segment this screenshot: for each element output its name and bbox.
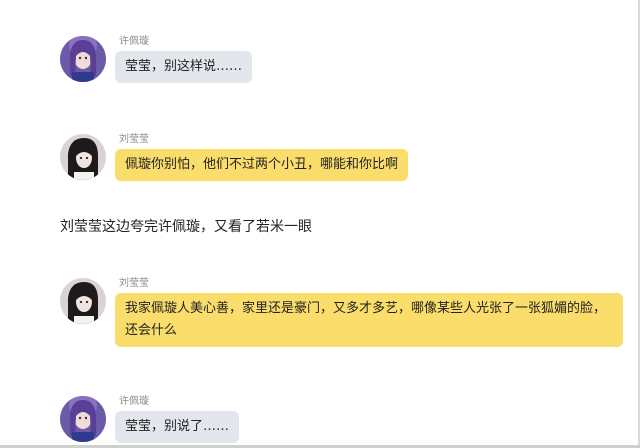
sender-name: 刘莹莹 <box>119 134 149 145</box>
message-bubble: 莹莹，别说了…… <box>115 411 240 443</box>
girl-purple-hair-avatar-icon[interactable] <box>60 36 106 82</box>
message-bubble: 我家佩璇人美心善，家里还是豪门，又多才多艺，哪像某些人光张了一张狐媚的脸，还会什… <box>115 293 623 347</box>
message-bubble: 莹莹，别这样说…… <box>115 51 253 83</box>
narration-text: 刘莹莹这边夸完许佩璇，又看了若米一眼 <box>60 219 312 235</box>
message-bubble: 佩璇你别怕，他们不过两个小丑，哪能和你比啊 <box>115 149 409 181</box>
sender-name: 许佩璇 <box>119 36 149 47</box>
girl-dark-hair-avatar-icon[interactable] <box>60 278 106 324</box>
girl-dark-hair-avatar-icon[interactable] <box>60 134 106 180</box>
chat-page: 许佩璇 莹莹，别这样说…… 刘莹莹 佩璇你别怕，他们不过两个小丑，哪能和你比啊 … <box>0 0 640 448</box>
sender-name: 许佩璇 <box>119 396 149 407</box>
sender-name: 刘莹莹 <box>119 278 149 289</box>
girl-purple-hair-avatar-icon[interactable] <box>60 396 106 442</box>
